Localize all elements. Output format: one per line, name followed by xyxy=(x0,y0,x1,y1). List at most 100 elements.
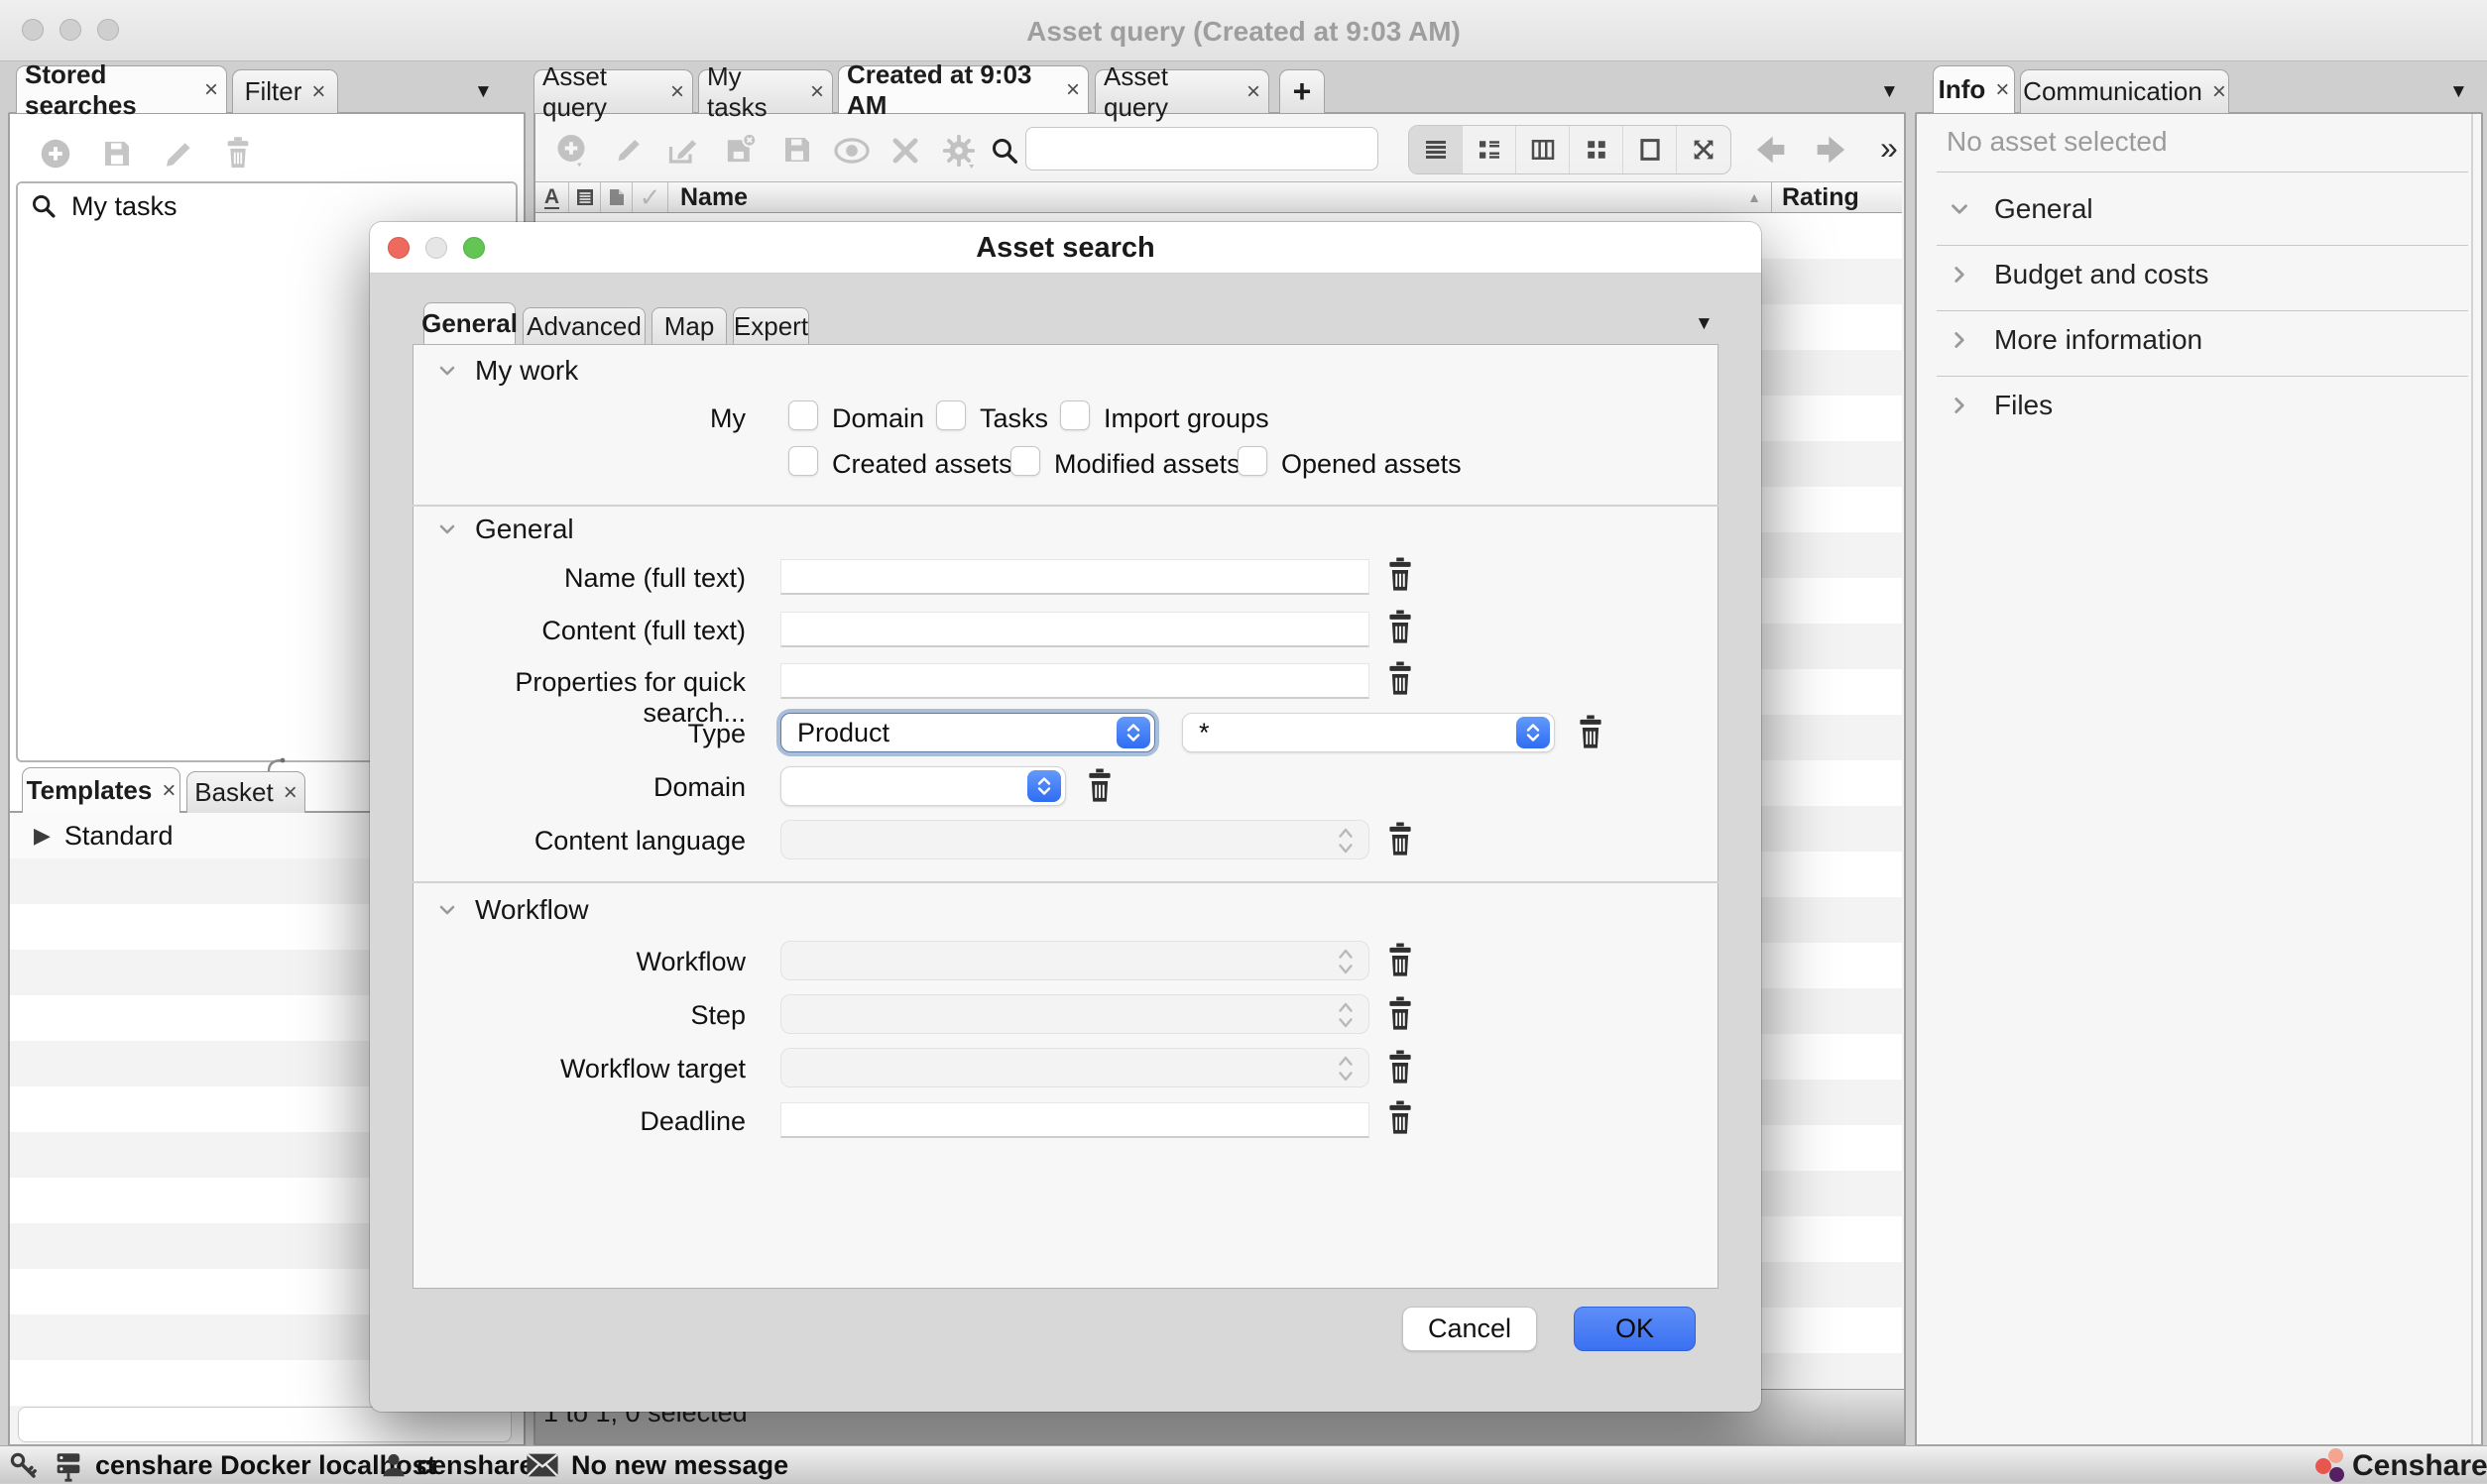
tab-stored-searches[interactable]: Stored searches × xyxy=(16,65,227,113)
column-page-icon[interactable] xyxy=(601,182,633,212)
edit-asset-button[interactable] xyxy=(611,132,647,172)
toolbar-overflow-button[interactable]: » xyxy=(1880,130,1898,167)
section-files[interactable]: Files xyxy=(1947,390,2053,421)
asset-search-input[interactable] xyxy=(1025,127,1378,171)
close-icon[interactable]: × xyxy=(2212,80,2226,104)
domain-select[interactable] xyxy=(780,766,1066,806)
message-status[interactable]: No new message xyxy=(571,1450,788,1481)
discard-version-button[interactable] xyxy=(722,130,760,172)
column-type-icon[interactable]: A xyxy=(535,182,569,212)
tab-info[interactable]: Info × xyxy=(1933,65,2015,113)
close-icon[interactable]: × xyxy=(311,80,325,104)
column-header-rating[interactable]: Rating xyxy=(1771,182,1902,212)
section-my-work[interactable]: My work xyxy=(435,355,578,387)
preview-button[interactable] xyxy=(833,136,871,171)
cancel-button[interactable]: Cancel xyxy=(1402,1307,1537,1351)
dialog-tab-general[interactable]: General xyxy=(423,302,516,344)
type-scope-select[interactable]: * xyxy=(1182,713,1555,752)
user-name[interactable]: censhare xyxy=(416,1450,534,1481)
clear-field-button[interactable] xyxy=(1385,557,1415,593)
checkbox-label: Domain xyxy=(832,403,924,434)
view-expand-button[interactable] xyxy=(1677,126,1730,173)
new-asset-button[interactable] xyxy=(553,132,589,172)
clear-field-button[interactable] xyxy=(1385,610,1415,645)
history-back-button[interactable] xyxy=(1751,130,1791,174)
section-budget-and-costs[interactable]: Budget and costs xyxy=(1947,259,2208,290)
left-tabbar-menu-caret-icon[interactable]: ▼ xyxy=(474,81,493,103)
split-resize-handle[interactable] xyxy=(266,757,288,773)
checkout-edit-button[interactable] xyxy=(666,132,702,172)
tab-asset-query-2[interactable]: Asset query × xyxy=(1095,69,1269,113)
close-icon[interactable]: × xyxy=(162,779,176,803)
checkbox-domain[interactable] xyxy=(788,400,818,430)
close-icon[interactable]: × xyxy=(204,78,218,102)
section-more-information[interactable]: More information xyxy=(1947,324,2202,356)
center-tabbar-menu-caret-icon[interactable]: ▼ xyxy=(1880,81,1899,103)
clear-field-button[interactable] xyxy=(1385,1100,1415,1136)
view-detail-list-button[interactable] xyxy=(1463,126,1516,173)
workflow-target-select[interactable] xyxy=(780,1048,1369,1087)
clear-field-button[interactable] xyxy=(1385,822,1415,857)
column-header-name[interactable]: Name ▲ xyxy=(668,183,1771,212)
view-grid-button[interactable] xyxy=(1570,126,1623,173)
checkbox-created-assets[interactable] xyxy=(788,446,818,476)
close-icon[interactable]: × xyxy=(670,80,684,104)
quick-search-properties-input[interactable] xyxy=(780,663,1369,699)
dialog-tab-map[interactable]: Map xyxy=(651,307,727,344)
section-label: Budget and costs xyxy=(1994,259,2208,290)
delete-search-button[interactable] xyxy=(220,136,256,176)
content-language-select[interactable] xyxy=(780,820,1369,859)
disclosure-triangle-icon[interactable]: ▶ xyxy=(34,823,51,849)
clear-field-button[interactable] xyxy=(1385,996,1415,1032)
content-fulltext-input[interactable] xyxy=(780,612,1369,647)
checkbox-tasks[interactable] xyxy=(936,400,966,430)
close-icon[interactable]: × xyxy=(284,781,297,805)
deadline-input[interactable] xyxy=(780,1102,1369,1138)
checkbox-opened-assets[interactable] xyxy=(1238,446,1267,476)
view-single-button[interactable] xyxy=(1623,126,1677,173)
close-icon[interactable]: × xyxy=(1066,78,1080,102)
edit-search-button[interactable] xyxy=(161,136,196,176)
workflow-step-select[interactable] xyxy=(780,994,1369,1034)
tab-basket[interactable]: Basket × xyxy=(186,771,305,813)
close-icon[interactable]: × xyxy=(1995,78,2009,102)
close-icon[interactable]: × xyxy=(810,80,824,104)
view-columns-button[interactable] xyxy=(1516,126,1570,173)
column-check-icon[interactable]: ✓ xyxy=(633,182,668,212)
save-search-button[interactable] xyxy=(99,136,135,176)
add-tab-button[interactable]: + xyxy=(1279,69,1325,113)
workflow-select[interactable] xyxy=(780,941,1369,980)
right-tabbar-menu-caret-icon[interactable]: ▼ xyxy=(2449,81,2468,103)
clear-field-button[interactable] xyxy=(1085,768,1115,804)
close-asset-button[interactable] xyxy=(888,134,922,172)
dialog-tab-advanced[interactable]: Advanced xyxy=(523,307,646,344)
clear-field-button[interactable] xyxy=(1385,661,1415,697)
history-forward-button[interactable] xyxy=(1811,130,1850,174)
clear-field-button[interactable] xyxy=(1385,1050,1415,1085)
view-list-button[interactable] xyxy=(1409,126,1463,173)
tab-my-tasks[interactable]: My tasks × xyxy=(698,69,833,113)
tab-communication[interactable]: Communication × xyxy=(2020,69,2229,113)
ok-button[interactable]: OK xyxy=(1574,1307,1696,1351)
section-general[interactable]: General xyxy=(1947,193,2093,225)
settings-gear-button[interactable] xyxy=(940,132,978,174)
clear-field-button[interactable] xyxy=(1385,943,1415,978)
tab-asset-query-1[interactable]: Asset query × xyxy=(533,69,693,113)
tab-templates[interactable]: Templates × xyxy=(22,767,180,813)
checkbox-modified-assets[interactable] xyxy=(1010,446,1040,476)
name-fulltext-input[interactable] xyxy=(780,559,1369,595)
dialog-tab-expert[interactable]: Expert xyxy=(733,307,809,344)
add-search-button[interactable] xyxy=(38,136,73,176)
dialog-tab-menu-caret-icon[interactable]: ▼ xyxy=(1695,313,1714,335)
save-version-button[interactable] xyxy=(779,132,815,172)
section-general[interactable]: General xyxy=(435,514,574,545)
clear-field-button[interactable] xyxy=(1576,715,1605,750)
checkbox-import-groups[interactable] xyxy=(1060,400,1090,430)
templates-filter-field[interactable] xyxy=(18,1407,512,1442)
section-workflow[interactable]: Workflow xyxy=(435,894,589,926)
type-select[interactable]: Product xyxy=(780,713,1155,752)
tab-created-at-903[interactable]: Created at 9:03 AM × xyxy=(838,65,1089,113)
tab-filter[interactable]: Filter × xyxy=(232,69,338,113)
close-icon[interactable]: × xyxy=(1246,80,1260,104)
column-text-icon[interactable] xyxy=(569,182,601,212)
